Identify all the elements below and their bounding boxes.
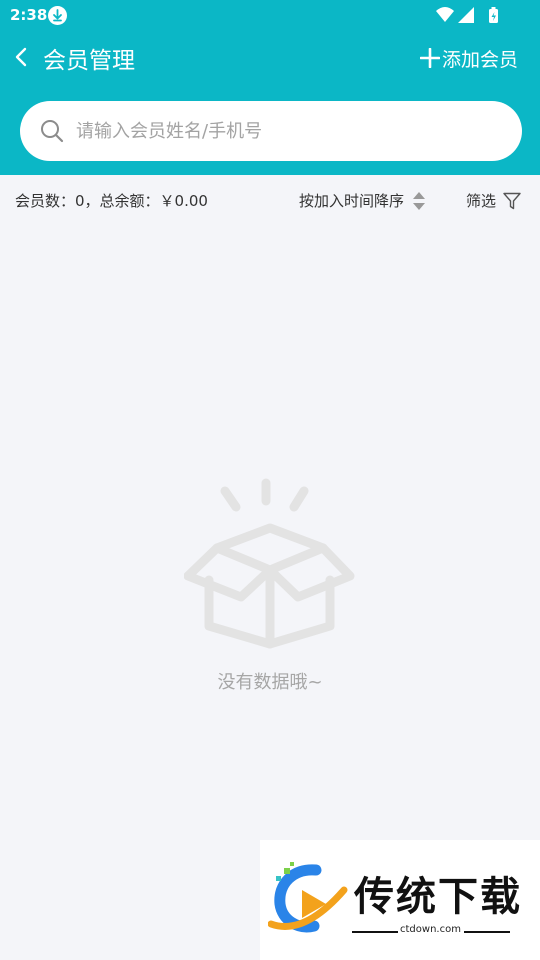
watermark-title: 传统下载: [354, 874, 522, 920]
page-title: 会员管理: [43, 48, 135, 74]
back-button[interactable]: [10, 44, 34, 70]
watermark-divider: [464, 931, 510, 933]
status-bar: 2:38: [0, 0, 540, 32]
nav-bar: 会员管理 添加会员: [0, 32, 540, 86]
download-icon: [48, 6, 67, 25]
status-time: 2:38: [10, 6, 48, 24]
search-box[interactable]: [20, 101, 522, 161]
watermark-divider: [352, 931, 398, 933]
filter-label: 筛选: [466, 192, 497, 210]
sort-label: 按加入时间降序: [299, 192, 405, 210]
search-input[interactable]: [76, 101, 496, 161]
search-icon: [41, 120, 64, 143]
filter-button[interactable]: 筛选: [466, 190, 521, 211]
empty-box-icon: [184, 478, 355, 649]
signal-icon: [458, 7, 474, 23]
plus-icon: [419, 48, 440, 68]
add-member-button[interactable]: 添加会员: [419, 45, 518, 71]
sort-button[interactable]: 按加入时间降序: [299, 190, 426, 211]
watermark-logo: [268, 862, 348, 933]
battery-icon: [489, 7, 498, 23]
watermark-url: ctdown.com: [400, 924, 461, 935]
empty-state-text: 没有数据哦~: [217, 672, 323, 693]
funnel-icon: [503, 192, 521, 209]
chevron-left-icon: [15, 47, 27, 67]
sort-arrows-icon: [413, 191, 426, 210]
member-summary: 会员数：0，总余额：￥0.00: [15, 192, 208, 210]
watermark: 传统下载 ctdown.com: [260, 840, 540, 960]
wifi-icon: [436, 7, 454, 22]
status-icons: [436, 6, 506, 30]
filter-bar: 会员数：0，总余额：￥0.00 按加入时间降序 筛选: [0, 175, 540, 223]
add-member-label: 添加会员: [441, 48, 518, 71]
